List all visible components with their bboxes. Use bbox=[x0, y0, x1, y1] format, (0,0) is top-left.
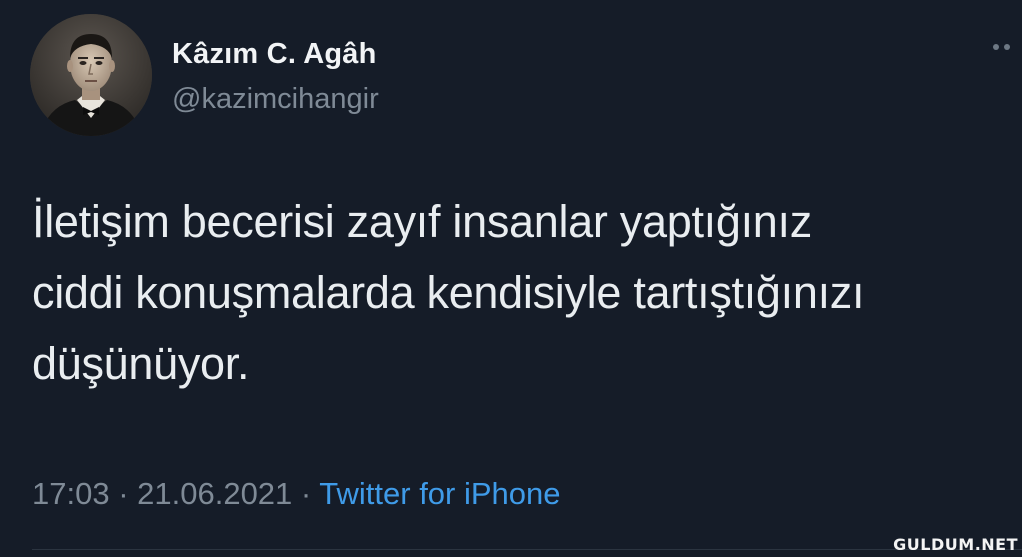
meta-separator: · bbox=[292, 476, 320, 511]
watermark: GULDUM.NET bbox=[893, 535, 1018, 554]
tweet-time[interactable]: 17:03 bbox=[32, 476, 110, 511]
avatar-photo bbox=[30, 14, 152, 136]
tweet-text: İletişim becerisi zayıf insanlar yaptığı… bbox=[32, 186, 1007, 399]
tweet-card: Kâzım C. Agâh @kazimcihangir İletişim be… bbox=[0, 0, 1022, 557]
meta-separator: · bbox=[109, 476, 138, 511]
author-name[interactable]: Kâzım C. Agâh bbox=[172, 38, 377, 71]
tweet-source-link[interactable]: Twitter for iPhone bbox=[319, 476, 560, 511]
tweet-text-line: düşünüyor. bbox=[32, 338, 250, 389]
tweet-text-line: İletişim becerisi zayıf insanlar yaptığı… bbox=[32, 196, 812, 247]
tweet-text-line: ciddi konuşmalarda kendisiyle tartıştığı… bbox=[32, 267, 865, 318]
author-avatar[interactable] bbox=[30, 14, 152, 136]
tweet-date[interactable]: 21.06.2021 bbox=[137, 476, 292, 511]
tweet-metadata: 17:03 · 21.06.2021 · Twitter for iPhone bbox=[32, 476, 561, 512]
author-handle[interactable]: @kazimcihangir bbox=[172, 83, 379, 116]
divider bbox=[32, 549, 1022, 550]
more-horizontal-icon[interactable] bbox=[993, 44, 1010, 50]
